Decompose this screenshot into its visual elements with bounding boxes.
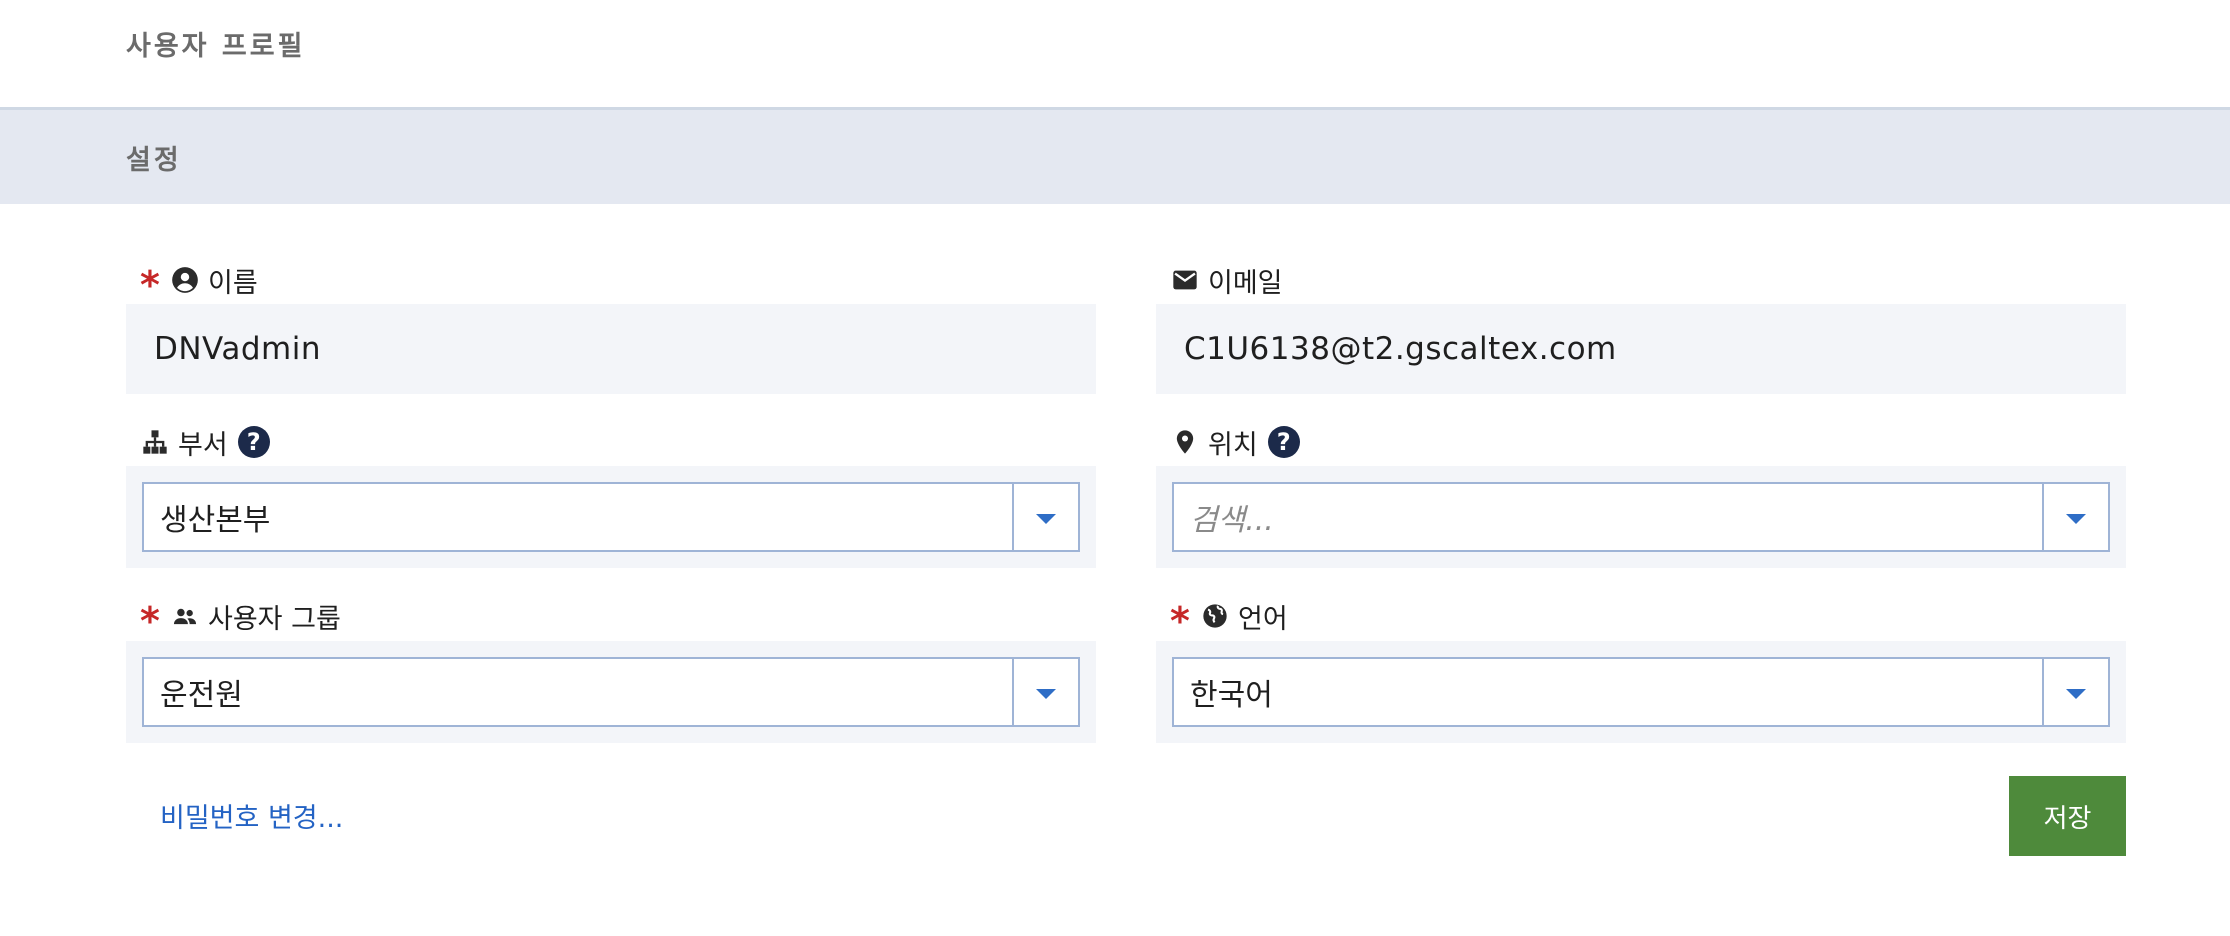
location-select[interactable]: 검색...	[1172, 482, 2110, 552]
department-label-text: 부서	[178, 429, 228, 461]
language-label-text: 언어	[1238, 603, 1288, 635]
department-select-value: 생산본부	[160, 503, 271, 538]
language-field-container: 한국어	[1156, 641, 2126, 743]
name-label: * 이름	[140, 260, 258, 304]
dropdown-toggle-button[interactable]	[1012, 659, 1078, 725]
dropdown-toggle-button[interactable]	[2042, 484, 2108, 550]
help-icon[interactable]: ?	[237, 426, 270, 458]
name-field[interactable]: DNVadmin	[126, 304, 1096, 394]
envelope-icon	[1170, 265, 1200, 295]
user-group-select-value: 운전원	[160, 678, 243, 713]
required-marker: *	[140, 263, 160, 307]
location-label-text: 위치	[1208, 429, 1258, 461]
change-password-link[interactable]: 비밀번호 변경...	[160, 796, 343, 835]
caret-down-icon	[2066, 514, 2086, 524]
department-field-container: 생산본부	[126, 466, 1096, 568]
dropdown-toggle-button[interactable]	[1012, 484, 1078, 550]
location-label: 위치 ?	[1170, 422, 1300, 462]
location-field-container: 검색...	[1156, 466, 2126, 568]
email-label: 이메일	[1170, 260, 1283, 300]
dropdown-toggle-button[interactable]	[2042, 659, 2108, 725]
user-group-field-container: 운전원	[126, 641, 1096, 743]
page-title: 사용자 프로필	[126, 31, 306, 62]
caret-down-icon	[1036, 689, 1056, 699]
language-label: * 언어	[1170, 596, 1288, 640]
map-pin-icon	[1170, 427, 1200, 457]
org-chart-icon	[140, 427, 170, 457]
users-icon	[170, 601, 200, 631]
page-header: 사용자 프로필	[0, 0, 2230, 110]
user-circle-icon	[170, 265, 200, 295]
language-select[interactable]: 한국어	[1172, 657, 2110, 727]
language-select-value: 한국어	[1190, 678, 1273, 713]
user-profile-page: 사용자 프로필 설정 * 이름 DNVadmin 이메일 C1U6138@t2.…	[0, 0, 2230, 936]
name-label-text: 이름	[208, 267, 258, 299]
required-marker: *	[140, 599, 160, 643]
required-marker: *	[1170, 599, 1190, 643]
email-label-text: 이메일	[1208, 267, 1283, 299]
help-icon[interactable]: ?	[1267, 426, 1300, 458]
email-field[interactable]: C1U6138@t2.gscaltex.com	[1156, 304, 2126, 394]
department-label: 부서 ?	[140, 422, 270, 462]
globe-icon	[1200, 601, 1230, 631]
settings-section-header: 설정	[0, 110, 2230, 204]
user-group-label: * 사용자 그룹	[140, 596, 341, 640]
section-title: 설정	[126, 145, 182, 176]
caret-down-icon	[2066, 689, 2086, 699]
caret-down-icon	[1036, 514, 1056, 524]
save-button[interactable]: 저장	[2009, 776, 2126, 856]
department-select[interactable]: 생산본부	[142, 482, 1080, 552]
location-search-placeholder: 검색...	[1190, 503, 1274, 538]
user-group-label-text: 사용자 그룹	[208, 603, 341, 635]
user-group-select[interactable]: 운전원	[142, 657, 1080, 727]
